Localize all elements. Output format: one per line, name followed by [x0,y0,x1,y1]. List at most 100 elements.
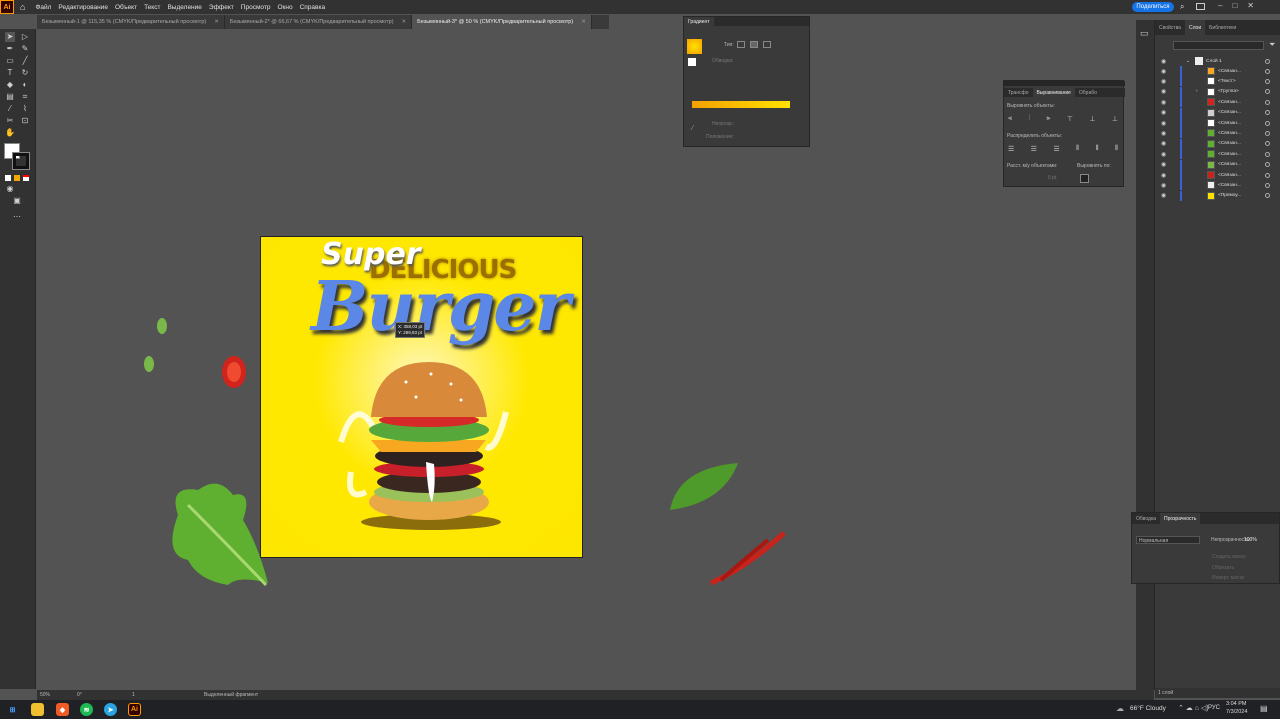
tab-transparency[interactable]: Прозрачность [1160,513,1201,524]
target-icon[interactable] [1265,89,1270,95]
menu-effect[interactable]: Эффект [209,4,234,11]
panel-grip[interactable] [1004,81,1125,86]
layer-row[interactable]: ◉ <Связан... [1155,138,1280,149]
visibility-icon[interactable]: ◉ [1161,58,1166,65]
eraser-tool-icon[interactable]: ◆ [5,80,15,90]
make-mask-button[interactable]: Создать маску [1212,554,1246,560]
filter-icon[interactable]: ⏷ [1269,40,1275,50]
layer-row[interactable]: ◉ <Связан... [1155,159,1280,170]
type-tool-icon[interactable]: T [5,68,15,78]
spacing-value[interactable]: 0 pt [1048,175,1056,181]
tab-layers[interactable]: Слои [1184,20,1206,35]
target-icon[interactable] [1265,110,1270,116]
close-icon[interactable]: ✕ [402,19,407,25]
burger-image[interactable] [336,352,521,532]
workspace-icon[interactable] [1196,3,1205,10]
layer-row[interactable]: ◉ <Прямоу... [1155,190,1280,201]
rectangle-tool-icon[interactable]: ▭ [5,56,15,66]
visibility-icon[interactable]: ◉ [1161,172,1166,179]
layer-row[interactable]: ◉ <Связан... [1155,128,1280,139]
color-mode-color[interactable] [5,175,11,181]
stroke-swatch[interactable] [12,152,30,170]
visibility-icon[interactable]: ◉ [1161,78,1166,85]
artboard[interactable]: DELICIOUS Super Burger [260,236,583,558]
zoom-field[interactable]: 50% [40,692,50,698]
radial-gradient-button[interactable] [750,41,758,48]
target-icon[interactable] [1265,58,1270,64]
windows-start-icon[interactable]: ⊞ [6,703,19,716]
layer-row[interactable]: ◉ <Связан... [1155,118,1280,128]
direct-selection-tool-icon[interactable]: ▷ [20,32,30,42]
artboard-number[interactable]: 1 [132,692,135,698]
target-icon[interactable] [1265,78,1270,84]
invert-mask-checkbox[interactable]: Инверт. маску [1212,575,1244,581]
layer-row[interactable]: ◉ <Связан... [1155,107,1280,118]
gradient-slider[interactable] [692,101,790,108]
visibility-icon[interactable]: ◉ [1161,130,1166,137]
close-icon[interactable]: ✕ [581,19,586,25]
weather-icon[interactable]: ☁ [1116,704,1124,713]
align-objects-buttons[interactable]: ⫷ ⫶ ⫸ ⊤ ⊥ ⊥ [1008,115,1118,124]
target-icon[interactable] [1265,68,1270,74]
visibility-icon[interactable]: ◉ [1161,192,1166,199]
menu-file[interactable]: Файл [35,4,51,11]
visibility-icon[interactable]: ◉ [1161,161,1166,168]
more-tools-icon[interactable]: ⋯ [12,212,22,222]
target-icon[interactable] [1265,151,1270,157]
spotify-icon[interactable]: ≋ [80,703,93,716]
share-button[interactable]: Поделиться [1132,2,1174,12]
telegram-icon[interactable]: ➤ [104,703,117,716]
tab-stroke[interactable]: Обводка [1132,513,1160,524]
window-controls[interactable]: –□✕ [1218,1,1264,10]
gradient-swatch[interactable] [687,39,702,54]
visibility-icon[interactable]: ◉ [1161,109,1166,116]
target-icon[interactable] [1265,162,1270,168]
screen-mode-icon[interactable]: ▣ [12,196,22,206]
layer-row[interactable]: ◉ <Текст> [1155,76,1280,87]
tab-properties[interactable]: Свойства [1155,20,1185,35]
menu-select[interactable]: Выделение [167,4,201,11]
visibility-icon[interactable]: ◉ [1161,120,1166,127]
artboard-tool-icon[interactable]: ⊡ [20,116,30,126]
menu-help[interactable]: Справка [300,4,326,11]
target-icon[interactable] [1265,120,1270,126]
gradient-tool-icon[interactable]: ▤ [5,92,15,102]
color-mode-none[interactable] [23,175,29,181]
layer-row[interactable]: ◉ <Связан... [1155,170,1280,180]
visibility-icon[interactable]: ◉ [1161,99,1166,106]
close-icon[interactable]: ✕ [214,19,219,25]
linear-gradient-button[interactable] [737,41,745,48]
layer-row[interactable]: ◉ ⌄ Слой 1 [1155,56,1280,66]
tab-gradient[interactable]: Градиент [684,17,714,26]
menu-view[interactable]: Просмотр [241,4,271,11]
tab-document-3[interactable]: Безымянный-3* @ 50 % (CMYK/Предварительн… [412,15,592,29]
weather-text[interactable]: 66°F Cloudy [1130,705,1166,712]
tab-transform[interactable]: Трансфо [1004,88,1033,97]
explorer-icon[interactable] [31,703,44,716]
layer-row[interactable]: ◉ <Связан... [1155,149,1280,160]
tab-align[interactable]: Выравнивание [1032,88,1075,97]
brave-icon[interactable]: ◆ [56,703,69,716]
distribute-objects-buttons[interactable]: ☰ ☰ ☰ ⦀ ⦀ ⦀ [1008,145,1118,154]
tomato-slice-image[interactable] [219,354,249,390]
layer-search-input[interactable] [1173,41,1264,50]
tab-pathfinder[interactable]: Обрабо [1075,88,1101,97]
target-icon[interactable] [1265,182,1270,188]
chevron-down-icon[interactable]: ⌄ [1186,59,1190,64]
eyedropper-tool-icon[interactable]: ⁄ [5,104,15,114]
search-icon[interactable]: ⌕ [1180,2,1184,12]
visibility-icon[interactable]: ◉ [1161,182,1166,189]
menu-edit[interactable]: Редактирование [58,4,108,11]
chili-peppers-image[interactable] [706,528,788,588]
target-icon[interactable] [1265,141,1270,147]
home-icon[interactable]: ⌂ [20,2,25,12]
visibility-icon[interactable]: ◉ [1161,68,1166,75]
tab-document-1[interactable]: Безымянный-1 @ 115,35 % (CMYK/Предварите… [37,15,225,29]
mesh-tool-icon[interactable]: ⌗ [20,92,30,102]
blend-mode-select[interactable]: Нормальная [1136,536,1200,544]
layer-row[interactable]: ◉ <Связан... [1155,97,1280,108]
align-to-selection-button[interactable] [1080,174,1089,183]
rotate-tool-icon[interactable]: ↻ [20,68,30,78]
symbol-tool-icon[interactable]: ✂ [5,116,15,126]
shape-builder-icon[interactable]: ◐ [20,80,30,90]
